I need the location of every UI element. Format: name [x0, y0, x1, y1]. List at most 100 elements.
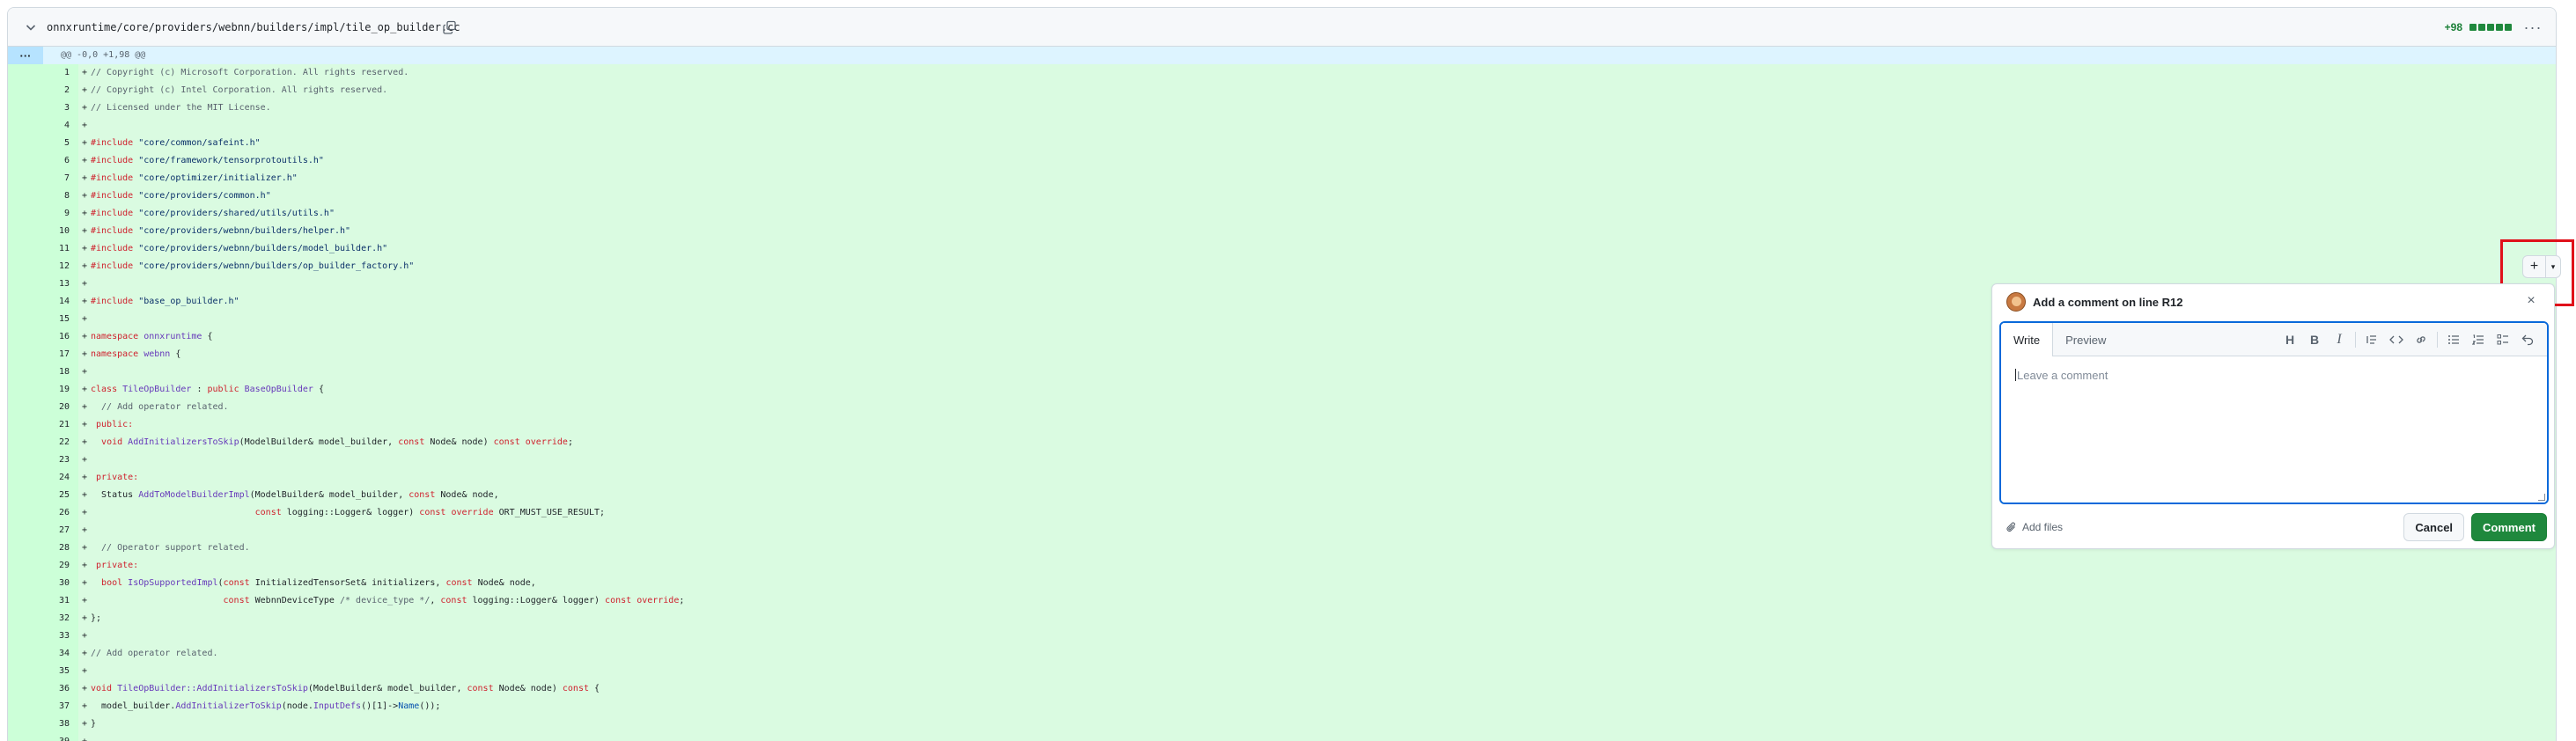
diff-line[interactable]: 37 + model_builder.AddInitializerToSkip(n… — [8, 698, 2556, 715]
close-icon[interactable]: × — [2522, 293, 2540, 309]
diff-line[interactable]: 39+ — [8, 733, 2556, 741]
tab-write[interactable]: Write — [2001, 323, 2054, 357]
line-number[interactable]: 38 — [8, 715, 78, 733]
cancel-button[interactable]: Cancel — [2403, 513, 2465, 541]
line-number[interactable]: 19 — [8, 381, 78, 399]
diff-line[interactable]: 32 +}; — [8, 610, 2556, 627]
italic-icon[interactable]: I — [2327, 327, 2352, 352]
unordered-list-icon[interactable] — [2441, 327, 2466, 352]
code-token: override — [451, 508, 494, 517]
toolbar-divider — [2355, 332, 2356, 348]
line-number[interactable]: 26 — [8, 504, 78, 522]
diff-sign: + — [82, 261, 88, 271]
diff-line[interactable]: 3 +// Licensed under the MIT License. — [8, 99, 2556, 117]
line-number[interactable]: 30 — [8, 575, 78, 592]
line-number[interactable]: 16 — [8, 328, 78, 346]
tab-preview[interactable]: Preview — [2053, 323, 2118, 356]
attach-files-button[interactable]: Add files — [2006, 521, 2063, 533]
diff-sign: + — [82, 613, 88, 623]
code-icon[interactable] — [2384, 327, 2409, 352]
code-token: Status — [91, 490, 139, 500]
line-number[interactable]: 36 — [8, 680, 78, 698]
line-number[interactable]: 8 — [8, 187, 78, 205]
line-number[interactable]: 33 — [8, 627, 78, 645]
line-number[interactable]: 20 — [8, 399, 78, 416]
line-number[interactable]: 34 — [8, 645, 78, 663]
file-path[interactable]: onnxruntime/core/providers/webnn/builder… — [47, 20, 460, 34]
line-number[interactable]: 9 — [8, 205, 78, 223]
code-line: #include "core/providers/webnn/builders/… — [91, 258, 414, 275]
line-number[interactable]: 35 — [8, 663, 78, 680]
diff-line[interactable]: 4 + — [8, 117, 2556, 135]
resize-handle[interactable] — [2538, 494, 2545, 501]
comment-form: Add a comment on line R12 × Write Previe… — [1991, 283, 2555, 549]
diff-line[interactable]: 36 + void TileOpBuilder::AddInitializersTo… — [8, 680, 2556, 698]
line-number[interactable]: 13 — [8, 275, 78, 293]
expand-up-button[interactable]: ··· — [8, 47, 43, 64]
diff-sign: + — [82, 437, 88, 447]
heading-icon[interactable]: H — [2278, 327, 2302, 352]
line-number[interactable]: 3 — [8, 99, 78, 117]
code-token: // Copyright (c) Intel Corporation. All … — [91, 85, 388, 95]
link-icon[interactable] — [2409, 327, 2433, 352]
ordered-list-icon[interactable] — [2466, 327, 2491, 352]
kebab-horizontal-icon[interactable]: ··· — [2522, 17, 2543, 38]
line-number[interactable]: 11 — [8, 240, 78, 258]
diff-line[interactable]: 35 + — [8, 663, 2556, 680]
diff-line[interactable]: 11 + #include "core/providers/webnn/builde… — [8, 240, 2556, 258]
comment-textarea[interactable]: Leave a comment — [2001, 356, 2547, 503]
bold-icon[interactable]: B — [2302, 327, 2327, 352]
diff-line[interactable]: 34 +// Add operator related. — [8, 645, 2556, 663]
line-number[interactable]: 2 — [8, 82, 78, 99]
diff-line[interactable]: 29 + private: — [8, 557, 2556, 575]
line-number[interactable]: 6 — [8, 152, 78, 170]
chevron-down-icon[interactable] — [24, 20, 38, 34]
diff-line[interactable]: 5 + #include "core/common/safeint.h" — [8, 135, 2556, 152]
diff-line[interactable]: 9 + #include "core/providers/shared/utils/… — [8, 205, 2556, 223]
diff-sign: + — [82, 596, 88, 605]
diff-line[interactable]: 10 + #include "core/providers/webnn/builde… — [8, 223, 2556, 240]
line-number[interactable]: 10 — [8, 223, 78, 240]
line-number[interactable]: 4 — [8, 117, 78, 135]
diff-line[interactable]: 2 +// Copyright (c) Intel Corporation. Al… — [8, 82, 2556, 99]
copy-icon[interactable] — [442, 19, 458, 35]
line-number[interactable]: 32 — [8, 610, 78, 627]
line-number[interactable]: 37 — [8, 698, 78, 715]
line-number[interactable]: 12 — [8, 258, 78, 275]
line-number[interactable]: 14 — [8, 293, 78, 311]
line-number[interactable]: 28 — [8, 539, 78, 557]
code-token: } — [91, 719, 97, 729]
diff-line[interactable]: 8 + #include "core/providers/common.h" — [8, 187, 2556, 205]
line-number[interactable]: 23 — [8, 451, 78, 469]
code-token: "core/common/safeint.h" — [138, 138, 261, 148]
line-number[interactable]: 15 — [8, 311, 78, 328]
code-line: #include "core/providers/shared/utils/ut… — [91, 205, 335, 223]
submit-comment-button[interactable]: Comment — [2471, 513, 2547, 541]
line-number[interactable]: 21 — [8, 416, 78, 434]
diff-line[interactable]: 6 + #include "core/framework/tensorprotout… — [8, 152, 2556, 170]
line-number[interactable]: 17 — [8, 346, 78, 363]
line-number[interactable]: 24 — [8, 469, 78, 487]
reply-icon[interactable] — [2515, 327, 2540, 352]
diff-line[interactable]: 7 + #include "core/optimizer/initializer.h… — [8, 170, 2556, 187]
code-line: #include "core/providers/webnn/builders/… — [91, 223, 350, 240]
diff-line[interactable]: 12 + #include "core/providers/webnn/builde… — [8, 258, 2556, 275]
line-number[interactable]: 22 — [8, 434, 78, 451]
line-number[interactable]: 1 — [8, 64, 78, 82]
line-number[interactable]: 29 — [8, 557, 78, 575]
diff-line[interactable]: 33 + — [8, 627, 2556, 645]
line-number[interactable]: 31 — [8, 592, 78, 610]
line-number[interactable]: 5 — [8, 135, 78, 152]
diff-line[interactable]: 1 +// Copyright (c) Microsoft Corporation… — [8, 64, 2556, 82]
line-number[interactable]: 25 — [8, 487, 78, 504]
diff-line[interactable]: 30 + bool IsOpSupportedImpl(const Initial… — [8, 575, 2556, 592]
line-number[interactable]: 18 — [8, 363, 78, 381]
task-list-icon[interactable] — [2491, 327, 2515, 352]
line-number[interactable]: 7 — [8, 170, 78, 187]
line-number[interactable]: 27 — [8, 522, 78, 539]
line-number[interactable]: 39 — [8, 733, 78, 741]
diff-line[interactable]: 31 + const WebnnDeviceType /* device_type… — [8, 592, 2556, 610]
quote-icon[interactable] — [2359, 327, 2384, 352]
diff-line[interactable]: 38 +} — [8, 715, 2556, 733]
